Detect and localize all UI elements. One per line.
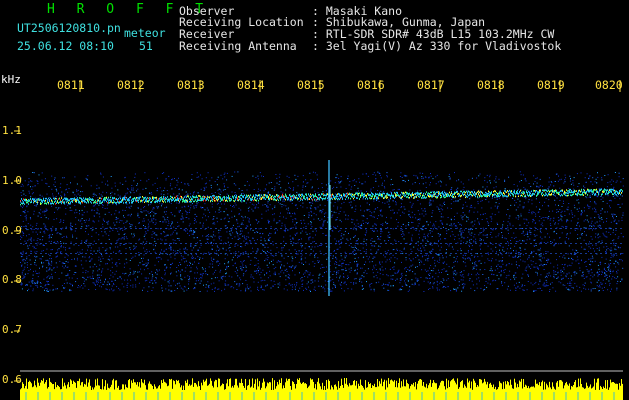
antenna-value: : 3el Yagi(V) Az 330 for Vladivostok xyxy=(312,39,562,53)
hrofft-screen: H R O F F T UT2506120810.pn meteor 25.06… xyxy=(0,0,629,400)
y-tick-label: 0.7 xyxy=(2,323,22,336)
noise-band xyxy=(20,171,624,292)
x-tick-label: 0814 xyxy=(237,78,265,92)
x-tick-label: 0816 xyxy=(357,78,385,92)
spectrogram-chart xyxy=(14,80,624,400)
y-tick-label: 0.9 xyxy=(2,224,22,237)
x-tick-label: 0815 xyxy=(297,78,325,92)
x-tick-label: 0813 xyxy=(177,78,205,92)
x-tick-label: 0811 xyxy=(57,78,85,92)
y-tick-label: 1.1 xyxy=(2,124,22,137)
x-tick-label: 0820 xyxy=(595,78,623,92)
y-axis-unit-label: kHz xyxy=(1,73,21,86)
carrier-signal xyxy=(20,188,623,206)
y-tick-label: 0.6 xyxy=(2,373,22,386)
antenna-label: Receiving Antenna xyxy=(179,39,297,53)
x-tick-label: 0812 xyxy=(117,78,145,92)
x-tick-label: 0819 xyxy=(537,78,565,92)
file-name: UT2506120810.pn xyxy=(17,21,121,35)
date-time: 25.06.12 08:10 xyxy=(17,39,114,53)
meteor-label: meteor xyxy=(124,26,166,40)
x-tick-label: 0817 xyxy=(417,78,445,92)
y-tick-label: 1.0 xyxy=(2,174,22,187)
echo-count: 51 xyxy=(139,39,153,53)
y-tick-label: 0.8 xyxy=(2,273,22,286)
x-tick-label: 0818 xyxy=(477,78,505,92)
